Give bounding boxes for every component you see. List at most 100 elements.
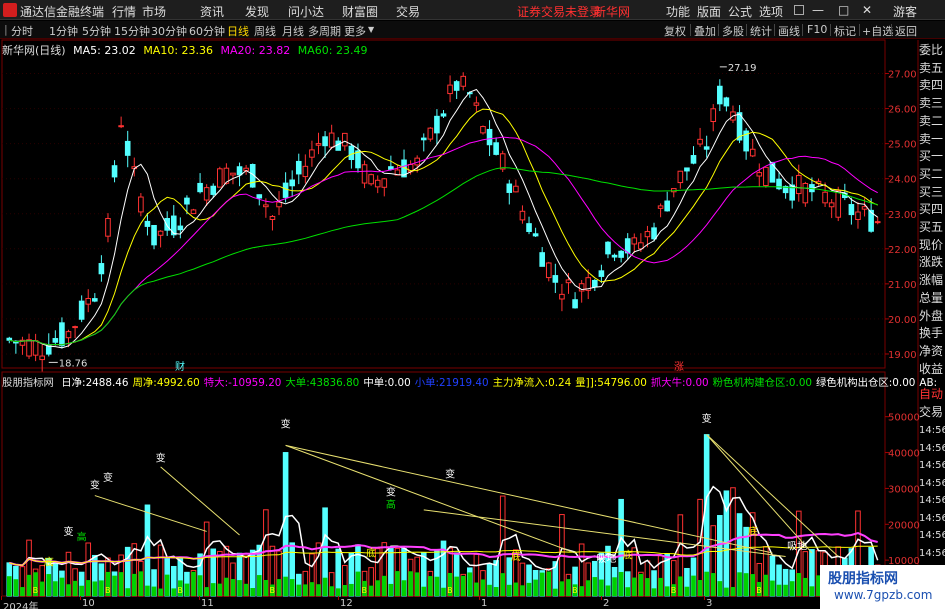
retail-bar — [20, 587, 25, 596]
candle-body — [835, 190, 842, 218]
rise-marker[interactable]: 涨 — [674, 361, 684, 373]
retail-bar — [230, 579, 236, 596]
signal-marker-bian: 变 — [64, 525, 74, 538]
candle-body — [26, 339, 32, 357]
high-price-label: 27.19 — [728, 63, 757, 74]
indicator-field: 大单:43836.80 — [285, 377, 360, 389]
candle-body — [269, 215, 276, 220]
quote-field-7[interactable]: 买二 — [919, 165, 945, 183]
quote-field-5[interactable]: 卖一 — [919, 130, 945, 148]
candle-body — [453, 81, 460, 91]
quote-field-0[interactable]: 委比 — [919, 41, 945, 59]
retail-bar — [151, 586, 157, 596]
candle-body — [52, 338, 59, 343]
indicator-name[interactable]: 股朋指标网 — [2, 377, 54, 389]
retail-bar — [388, 583, 394, 596]
candle-body — [677, 170, 684, 184]
retail-bar — [651, 588, 657, 596]
retail-bar — [796, 573, 802, 596]
date-label: 3 — [706, 598, 713, 609]
panel-tab-0[interactable]: 自动 — [919, 385, 945, 403]
candle-body — [874, 221, 881, 224]
signal-marker-di: 底 — [748, 525, 758, 538]
quote-field-17[interactable]: 净资 — [919, 342, 945, 360]
candle-body — [749, 148, 756, 157]
indicator-field: 抓大牛:0.00 — [650, 377, 709, 389]
signal-marker-xidi: 吸地 — [787, 539, 807, 552]
buy-signal-marker: B — [572, 586, 578, 595]
signal-marker-bian: 变 — [445, 468, 455, 481]
candle-body — [434, 115, 440, 134]
candle-body — [361, 164, 368, 184]
candle-body — [684, 167, 690, 172]
retail-bar — [625, 587, 631, 596]
trend-line — [94, 495, 207, 532]
candle-body — [78, 300, 85, 320]
retail-bar — [618, 571, 624, 596]
candle-body — [32, 340, 39, 356]
retail-bar — [191, 571, 196, 596]
signal-marker-di: 底 — [366, 547, 376, 560]
retail-bar — [355, 571, 361, 596]
quote-field-4[interactable]: 卖二 — [919, 112, 945, 130]
quote-field-1[interactable]: 卖五 — [919, 59, 945, 77]
retail-bar — [59, 577, 65, 596]
candle-body — [657, 205, 664, 209]
retail-bar — [217, 583, 223, 596]
retail-bar — [46, 574, 52, 596]
candle-body — [460, 75, 467, 87]
candle-body — [486, 128, 493, 146]
retail-bar — [85, 580, 91, 596]
quote-field-11[interactable]: 现价 — [919, 236, 945, 254]
tick-time: 14:56 — [919, 460, 945, 471]
buy-signal-marker: B — [671, 586, 677, 595]
quote-field-18[interactable]: 收益 — [919, 360, 945, 378]
buy-signal-marker: B — [33, 586, 39, 595]
retail-bar — [342, 585, 348, 596]
retail-bar — [533, 579, 538, 596]
candle-body — [631, 237, 638, 245]
quote-field-12[interactable]: 涨跌 — [919, 253, 945, 271]
candle-body — [203, 187, 210, 201]
quote-field-16[interactable]: 换手 — [919, 324, 945, 342]
candle-body — [6, 337, 13, 341]
candle-body — [210, 185, 217, 195]
candle-body — [85, 298, 92, 305]
candle-body — [302, 165, 309, 178]
candle-body — [236, 166, 243, 176]
quote-field-14[interactable]: 总量 — [919, 289, 945, 307]
quote-field-10[interactable]: 买五 — [919, 218, 945, 236]
retail-bar — [408, 571, 413, 596]
signal-marker-xidi: 吸地 — [596, 552, 616, 565]
retail-bar — [13, 579, 19, 596]
candle-body — [559, 293, 565, 300]
retail-bar — [414, 572, 420, 596]
signal-marker-bian: 变 — [386, 486, 396, 499]
candle-body — [565, 279, 572, 284]
price-tick: 21.00 — [888, 280, 917, 291]
signal-marker-bian: 变 — [90, 478, 100, 491]
chart-area[interactable]: 27.00 26.00 25.00 24.00 23.00 22.00 21.00 20.00… — [0, 0, 945, 609]
quote-field-8[interactable]: 买三 — [919, 183, 945, 201]
trend-line — [160, 466, 240, 536]
candle-body — [217, 168, 223, 188]
panel-tab-1[interactable]: 交易 — [919, 403, 945, 421]
finance-marker[interactable]: 财 — [175, 360, 185, 373]
ma60-line — [9, 167, 878, 346]
ma5-label: MA5: 23.02 — [73, 44, 136, 57]
candle-body — [539, 252, 545, 267]
quote-field-15[interactable]: 外盘 — [919, 307, 945, 325]
retail-bar — [480, 579, 486, 596]
indicator-tick: 20000 — [888, 520, 920, 531]
retail-bar — [53, 581, 58, 596]
quote-field-6[interactable]: 买一 — [919, 147, 945, 165]
quote-field-2[interactable]: 卖四 — [919, 76, 945, 94]
indicator-field: 小单:21919.40 — [414, 377, 489, 389]
quote-field-13[interactable]: 涨幅 — [919, 271, 945, 289]
trend-line — [285, 444, 576, 554]
candle-body — [513, 185, 519, 193]
quote-field-3[interactable]: 卖三 — [919, 94, 945, 112]
retail-bar — [553, 588, 558, 596]
quote-field-9[interactable]: 买四 — [919, 200, 945, 218]
retail-bar — [710, 573, 716, 596]
